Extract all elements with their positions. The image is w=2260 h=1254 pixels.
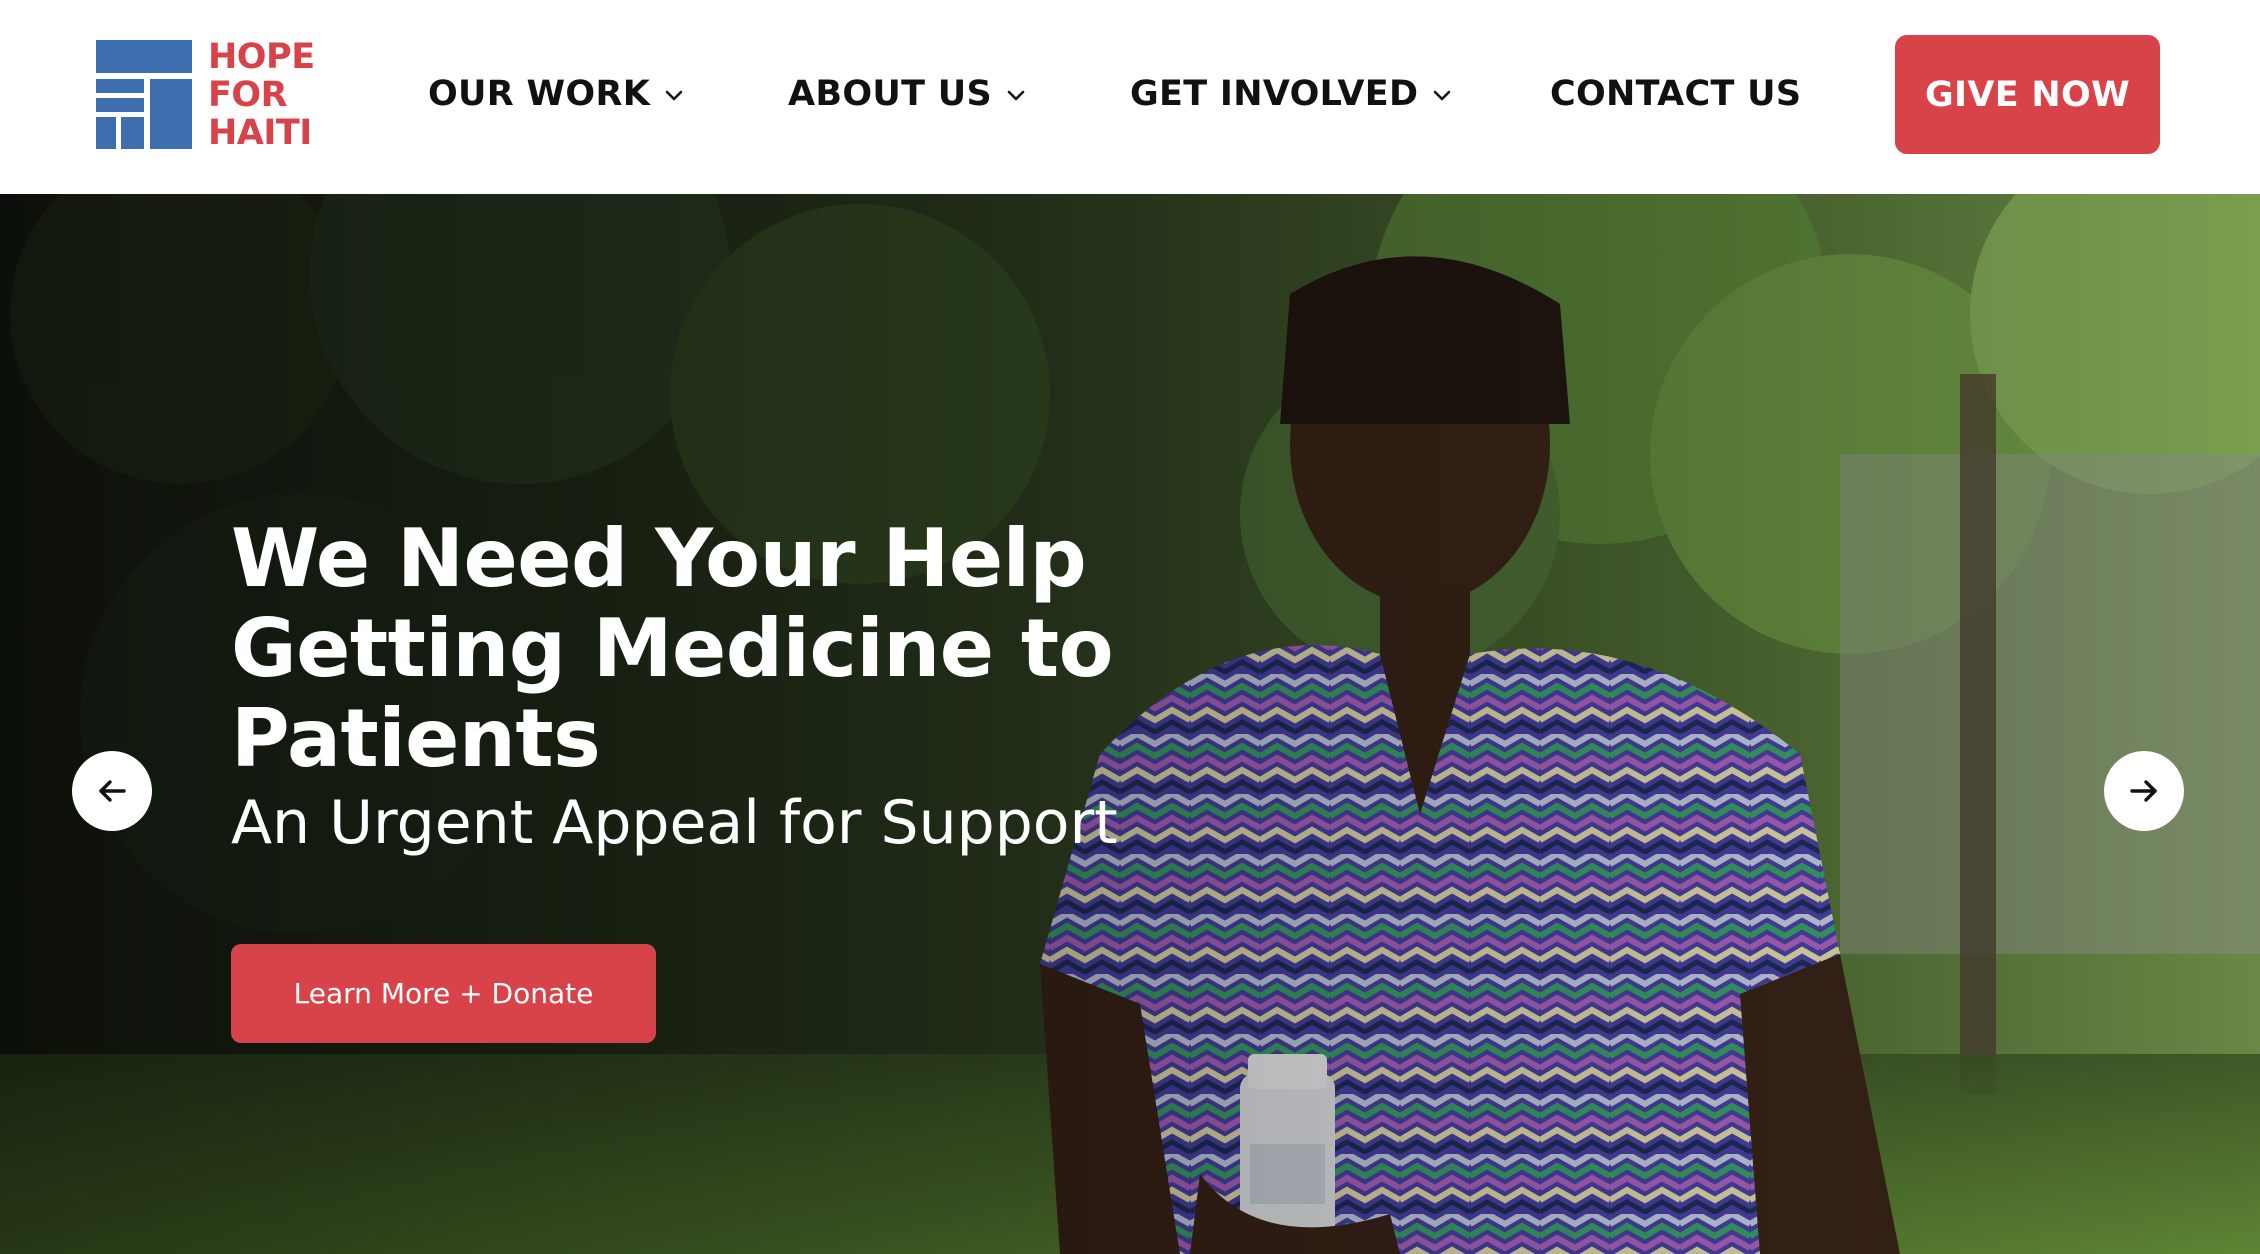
nav-item-label: OUR WORK <box>428 74 651 114</box>
logo-line: HOPE <box>208 37 315 77</box>
arrow-left-icon <box>99 780 126 802</box>
nav-item-label: GET INVOLVED <box>1130 74 1419 114</box>
logo-line: HAITI <box>208 113 312 153</box>
hero-subtitle: An Urgent Appeal for Support <box>231 788 1118 858</box>
hero-copy: We Need Your Help Getting Medicine to Pa… <box>231 512 1131 859</box>
slider-prev-button[interactable] <box>72 751 152 831</box>
slider-next-button[interactable] <box>2104 751 2184 831</box>
logo-line: FOR <box>208 75 288 115</box>
learn-more-donate-button[interactable]: Learn More + Donate <box>231 944 656 1043</box>
nav-item-label: CONTACT US <box>1550 74 1802 114</box>
nav-item-about-us[interactable]: ABOUT US <box>788 70 1026 118</box>
hero-title: We Need Your Help Getting Medicine to Pa… <box>231 512 1114 785</box>
nav-item-get-involved[interactable]: GET INVOLVED <box>1130 70 1452 118</box>
chevron-down-icon <box>1007 90 1025 101</box>
site-header: HOPE FOR HAITI OUR WORK ABOUT US GET INV… <box>0 0 2260 194</box>
arrow-right-icon <box>2130 780 2157 802</box>
logo-mark-icon <box>96 40 192 149</box>
give-now-button[interactable]: GIVE NOW <box>1895 35 2160 154</box>
chevron-down-icon <box>665 90 683 101</box>
nav-item-contact-us[interactable]: CONTACT US <box>1550 70 1801 118</box>
nav-item-label: ABOUT US <box>788 74 993 114</box>
logo-wordmark: HOPE FOR HAITI <box>208 38 315 152</box>
logo-link[interactable]: HOPE FOR HAITI <box>96 38 326 152</box>
chevron-down-icon <box>1434 90 1451 101</box>
nav-item-our-work[interactable]: OUR WORK <box>428 70 684 118</box>
hero-slider: We Need Your Help Getting Medicine to Pa… <box>0 194 2260 1254</box>
